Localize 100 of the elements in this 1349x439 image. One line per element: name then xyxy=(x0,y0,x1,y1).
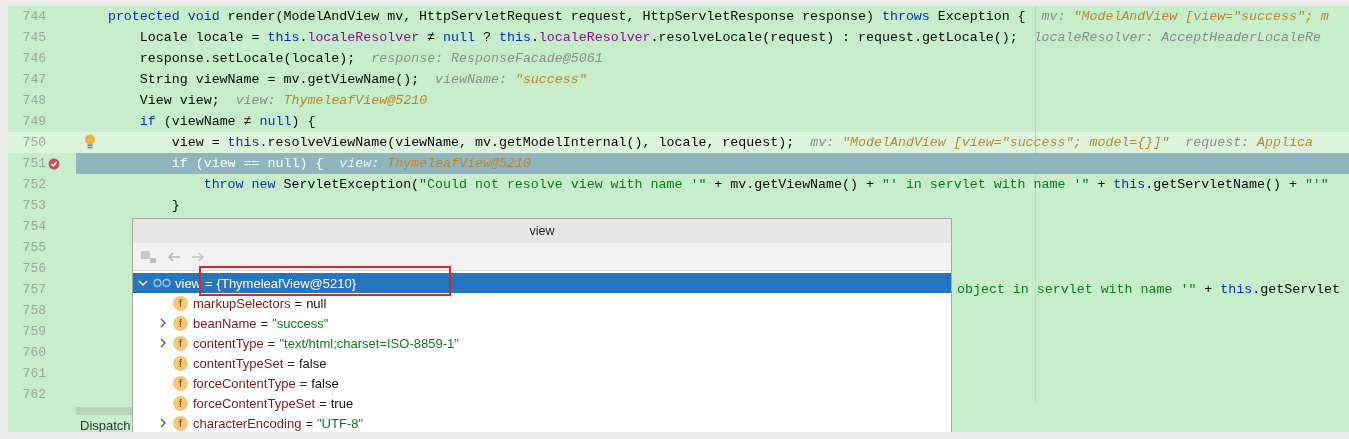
line-number: 758 xyxy=(21,303,47,318)
tree-row[interactable]: f beanName = "success" xyxy=(133,313,951,333)
code-token: this xyxy=(1113,177,1146,192)
glasses-icon xyxy=(153,278,171,288)
line-number: 757 xyxy=(21,282,47,297)
equals-sign: = xyxy=(287,355,295,371)
field-icon: f xyxy=(173,315,188,331)
line-number: 762 xyxy=(21,387,47,402)
popup-title: view xyxy=(529,224,555,238)
variable-value: false xyxy=(298,355,327,371)
code-token: this xyxy=(227,135,260,150)
variable-value: "UTF-8" xyxy=(317,415,364,431)
tree-row[interactable]: f markupSelectors = null xyxy=(133,293,951,313)
line-number: 756 xyxy=(21,261,47,276)
field-icon: f xyxy=(173,295,188,311)
bottom-tab[interactable]: Dispatch xyxy=(80,418,131,432)
code-token: if xyxy=(139,114,156,129)
code-token: null xyxy=(259,114,292,129)
field-icon: f xyxy=(173,415,188,431)
line-number: 749 xyxy=(21,114,47,129)
code-token: ) { xyxy=(291,114,316,129)
code-token: .resolveViewName(viewName, mv.getModelInternal(), locale, request); xyxy=(259,135,795,150)
line-number: 759 xyxy=(21,324,47,339)
code-token: . xyxy=(299,30,308,45)
code-token: throw new xyxy=(203,177,277,192)
breakpoint-icon[interactable] xyxy=(48,157,60,170)
equals-sign: = xyxy=(205,275,213,291)
code-token: protected void xyxy=(107,9,221,24)
equals-sign: = xyxy=(299,375,308,391)
code-token: this xyxy=(498,30,531,45)
code-token: .getServletName() + xyxy=(1145,177,1298,192)
code-token: .getServlet xyxy=(1252,282,1341,297)
code-token: null xyxy=(443,30,475,45)
code-token: . xyxy=(530,30,539,45)
inline-hint: mv: xyxy=(810,135,836,150)
variable-value: "text/html;charset=ISO-8859-1" xyxy=(279,335,459,351)
code-token: this xyxy=(1220,282,1253,297)
line-number: 744 xyxy=(21,9,47,24)
code-token: throws xyxy=(881,9,931,24)
inline-hint: "ModelAndView [view="success"; m xyxy=(1073,9,1329,24)
line-number: 751 xyxy=(21,156,47,171)
inline-hint: viewName: xyxy=(435,72,508,87)
variable-name: characterEncoding xyxy=(193,415,302,431)
code-token: View view; xyxy=(139,93,220,108)
code-token: localeResolver xyxy=(307,30,420,45)
inline-hint: view: xyxy=(339,156,381,171)
code-token: localeResolver xyxy=(538,30,651,45)
tree-row[interactable]: f contentType = "text/html;charset=ISO-8859-1" xyxy=(133,333,951,353)
equals-sign: = xyxy=(319,395,327,411)
tree-row[interactable]: f forceContentType = false xyxy=(133,373,951,393)
inline-hint: Applica xyxy=(1257,135,1313,150)
tree-row[interactable]: f forceContentTypeSet = true xyxy=(133,393,951,413)
variable-value: "success" xyxy=(272,315,329,331)
tree-row[interactable]: f characterEncoding = "UTF-8" xyxy=(133,413,951,432)
line-number: 755 xyxy=(21,240,47,255)
equals-sign: = xyxy=(305,415,313,431)
field-icon: f xyxy=(173,355,188,371)
variable-name: contentTypeSet xyxy=(193,355,284,371)
code-token: ServletException( xyxy=(283,177,420,192)
scrollbar-thumb[interactable] xyxy=(76,407,132,415)
inline-hint: response: ResponseFacade@5061 xyxy=(371,51,603,66)
tree-row[interactable]: f contentTypeSet = false xyxy=(133,353,951,373)
code-token: Locale locale = xyxy=(139,30,261,45)
line-number: 748 xyxy=(21,93,47,108)
inline-hint: mv: xyxy=(1041,9,1067,24)
inline-hint: request: xyxy=(1185,135,1251,150)
variable-name: forceContentTypeSet xyxy=(193,395,316,411)
line-number: 746 xyxy=(21,51,47,66)
variable-value: null xyxy=(306,295,327,311)
variable-value: true xyxy=(330,395,354,411)
code-token: render(ModelAndView mv, HttpServletRequest request, HttpServletResponse response) xyxy=(227,9,875,24)
inline-hint: ThymeleafView@5210 xyxy=(283,93,428,108)
code-token: + xyxy=(1203,282,1214,297)
code-token: .resolveLocale(request) : request.getLocale(); xyxy=(650,30,1018,45)
field-icon: f xyxy=(173,395,188,411)
variable-value: false xyxy=(311,375,339,391)
code-token: (viewName ≠ xyxy=(162,114,253,129)
code-token: view = xyxy=(171,135,221,150)
code-token: ? xyxy=(481,30,492,45)
variable-name: beanName xyxy=(193,315,257,331)
equals-sign: = xyxy=(294,295,303,311)
line-number: 754 xyxy=(21,219,47,234)
variable-value: {ThymeleafView@5210} xyxy=(216,275,357,291)
equals-sign: = xyxy=(267,335,276,351)
line-number: 761 xyxy=(21,366,47,381)
code-token: "'" xyxy=(1304,177,1329,192)
lightbulb-icon[interactable] xyxy=(84,134,96,149)
code-token: object in servlet with name '" xyxy=(957,282,1197,297)
code-token: this xyxy=(267,30,300,45)
code-token: String viewName = mv.getViewName(); xyxy=(139,72,420,87)
field-icon: f xyxy=(173,335,188,351)
code-token: } xyxy=(171,198,180,213)
code-token: if (view == null) { xyxy=(171,156,324,171)
variable-name: contentType xyxy=(193,335,264,351)
code-token: response.setLocale(locale); xyxy=(139,51,356,66)
variable-name: forceContentType xyxy=(193,375,296,391)
line-number: 760 xyxy=(21,345,47,360)
inline-hint: localeResolver: AcceptHeaderLocaleRe xyxy=(1033,30,1321,45)
code-token: + xyxy=(1096,177,1107,192)
inline-hint: view: xyxy=(235,93,277,108)
